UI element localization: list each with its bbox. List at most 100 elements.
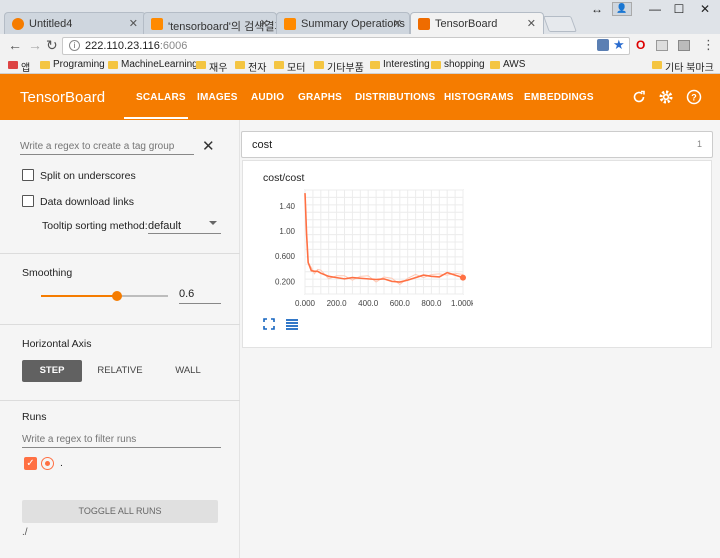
y-tick-label: 1.40 [279,202,295,211]
app-title: TensorBoard [20,89,106,106]
close-icon[interactable]: ✕ [129,17,138,30]
jupyter-icon [12,18,24,30]
back-icon[interactable]: ← [8,37,22,53]
scalar-chart[interactable]: 0.200 0.600 1.00 1.40 0.000 200.0 400.0 600.0 80… [243,161,473,311]
close-icon[interactable]: ✕ [393,17,402,30]
tensorflow-icon [151,18,163,30]
toggle-all-runs-button[interactable]: TOGGLE ALL RUNS [22,500,218,523]
split-underscores-label: Split on underscores [40,170,136,182]
svg-text:?: ? [691,93,697,103]
tab-embeddings[interactable]: EMBEDDINGS [524,92,594,103]
download-links-label: Data download links [40,196,134,208]
tab-audio[interactable]: AUDIO [251,92,284,103]
bookmark-folder[interactable]: AWS [490,59,525,70]
clear-icon[interactable]: ✕ [202,137,215,155]
extension-icon[interactable] [678,40,690,51]
runs-title: Runs [22,411,47,423]
star-icon[interactable]: ★ [613,37,625,53]
tooltip-sort-value: default [148,220,182,232]
run-checkbox[interactable]: ✓ [24,457,37,470]
menu-icon[interactable]: ⋮ [702,37,715,53]
axis-wall-button[interactable]: WALL [158,360,218,382]
forward-icon[interactable]: → [28,37,42,53]
tab-images[interactable]: IMAGES [197,92,238,103]
folder-icon [274,61,284,69]
tag-group-regex-input[interactable] [20,139,194,155]
smoothing-slider-handle[interactable] [112,291,123,301]
run-radio[interactable] [41,457,54,470]
series-last-point [460,274,466,281]
browser-tab-untitled4[interactable]: Untitled4 ✕ [4,12,146,34]
tensorflow-icon [284,18,296,30]
folder-icon [652,61,662,69]
folder-icon [40,61,50,69]
bookmark-folder[interactable]: MachineLearning [108,59,198,70]
help-icon[interactable]: ? [686,89,702,105]
bookmark-folder[interactable]: 재우 [196,59,227,74]
tab-histograms[interactable]: HISTOGRAMS [444,92,514,103]
info-icon[interactable]: i [69,40,80,51]
category-name: cost [252,139,273,151]
resize-icon: ↔ [591,2,603,16]
data-table-icon[interactable] [285,318,299,330]
bookmark-folder[interactable]: 모터 [274,59,305,74]
bookmark-apps[interactable]: 앱 [8,59,30,74]
refresh-icon[interactable] [632,90,646,104]
y-tick-label: 0.600 [275,252,296,261]
x-tick-label: 400.0 [358,299,379,308]
url-host: 222.110.23.116 [85,40,160,52]
fullscreen-icon[interactable] [263,318,275,330]
split-underscores-checkbox[interactable] [22,169,34,181]
x-tick-label: 800.0 [421,299,442,308]
x-tick-label: 200.0 [327,299,348,308]
extension-icon[interactable] [656,40,668,51]
tooltip-sort-select[interactable]: default [148,218,221,234]
close-window-button[interactable]: ✕ [694,2,716,16]
download-links-checkbox[interactable] [22,195,34,207]
y-tick-label: 0.200 [275,277,296,286]
run-radio-dot [44,460,50,466]
translate-icon[interactable] [597,39,609,51]
gear-icon[interactable] [658,89,674,105]
run-name: . [60,457,63,469]
bookmark-folder[interactable]: 기타부품 [314,59,364,74]
category-header[interactable]: cost 1 [241,131,713,158]
axis-relative-button[interactable]: RELATIVE [90,360,150,382]
bookmark-other[interactable]: 기타 북마크 [652,59,714,74]
smoothing-slider[interactable] [41,291,168,301]
opera-icon[interactable]: O [636,38,645,52]
new-tab-button[interactable] [543,16,577,32]
browser-tab-search[interactable]: 'tensorboard'의 검색결과 ✕ [143,12,277,34]
bookmark-folder[interactable]: shopping [431,59,485,70]
reload-icon[interactable]: ↻ [46,37,58,54]
tab-distributions[interactable]: DISTRIBUTIONS [355,92,435,103]
axis-step-button[interactable]: STEP [22,360,82,382]
folder-icon [314,61,324,69]
runs-filter-input[interactable] [22,431,221,448]
profile-icon[interactable]: 👤 [612,2,632,16]
bookmark-folder[interactable]: 전자 [235,59,266,74]
tab-title: Untitled4 [29,18,73,30]
tab-scalars[interactable]: SCALARS [136,92,186,103]
folder-icon [108,61,118,69]
smoothing-value-input[interactable]: 0.6 [179,288,221,304]
maximize-button[interactable]: ☐ [668,2,690,16]
bookmarks-bar: 앱 Programing MachineLearning 재우 전자 모터 기타… [0,58,720,74]
x-tick-label: 1.000k [451,299,473,308]
minimize-button[interactable]: — [644,2,666,16]
x-tick-label: 600.0 [390,299,411,308]
close-icon[interactable]: ✕ [260,17,269,30]
divider [0,400,240,401]
app-window: Untitled4 ✕ 'tensorboard'의 검색결과 ✕ Summar… [0,0,720,558]
tab-graphs[interactable]: GRAPHS [298,92,342,103]
bookmark-folder[interactable]: Interesting [370,59,430,70]
address-bar[interactable]: i 222.110.23.116:6006 ★ [62,37,630,55]
apps-icon [8,61,18,69]
bookmark-folder[interactable]: Programing [40,59,105,70]
divider [0,253,240,254]
browser-tab-tensorboard[interactable]: TensorBoard ✕ [410,12,544,35]
chevron-down-icon [209,221,217,225]
browser-tab-summary-ops[interactable]: Summary Operations | T ✕ [276,12,410,34]
y-tick-label: 1.00 [279,227,295,236]
close-icon[interactable]: ✕ [527,17,536,30]
